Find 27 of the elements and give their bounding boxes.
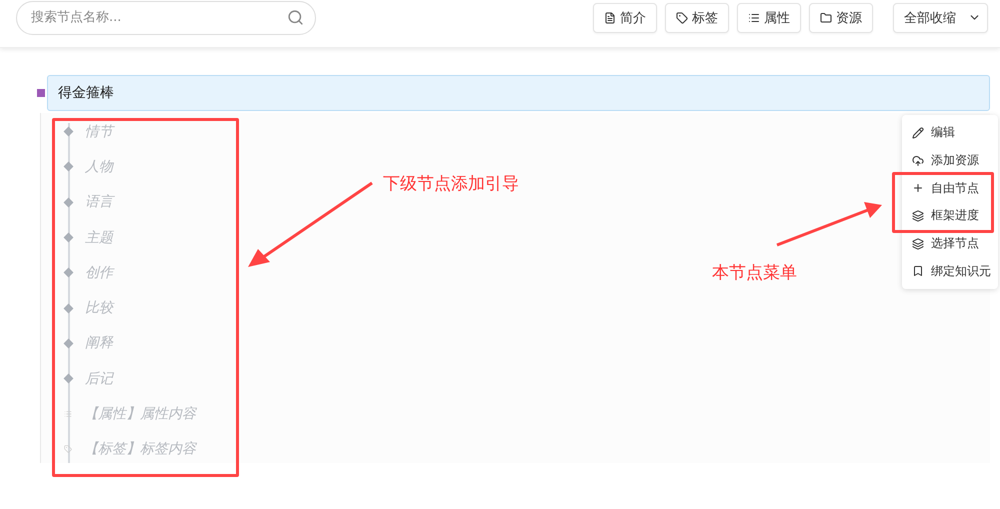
bookmark-icon	[912, 265, 924, 278]
cloud-icon	[912, 154, 924, 167]
annotation-text: 下级节点添加引导	[383, 173, 519, 195]
plus-icon	[912, 182, 924, 194]
menu-item[interactable]: 框架进度	[902, 202, 998, 230]
menu-item[interactable]: 自由节点	[902, 174, 998, 202]
layers-icon	[912, 238, 924, 250]
tag-icon	[676, 12, 688, 24]
toolbar-button[interactable]: 资源	[809, 2, 873, 32]
annotation-text: 本节点菜单	[712, 262, 797, 284]
toolbar-button[interactable]: 简介	[593, 2, 657, 32]
folder-icon	[820, 12, 832, 24]
menu-item[interactable]: 绑定知识元	[902, 257, 998, 286]
layers-icon	[912, 210, 924, 222]
toolbar-button[interactable]: 属性	[737, 2, 801, 32]
collapse-dropdown[interactable]: 全部收缩	[893, 2, 988, 32]
tag-icon	[64, 445, 72, 454]
list-icon	[64, 410, 72, 418]
search-field[interactable]: 搜索节点名称...	[16, 0, 316, 34]
pencil-icon	[912, 126, 924, 139]
document-icon	[604, 12, 616, 24]
root-node[interactable]: 得金箍棒	[47, 75, 990, 111]
search-icon	[287, 8, 304, 26]
menu-item[interactable]: 添加资源	[902, 146, 998, 174]
toolbar-button[interactable]: 标签	[665, 2, 729, 32]
menu-item[interactable]: 编辑	[902, 119, 998, 147]
menu-item[interactable]: 选择节点	[902, 230, 998, 258]
